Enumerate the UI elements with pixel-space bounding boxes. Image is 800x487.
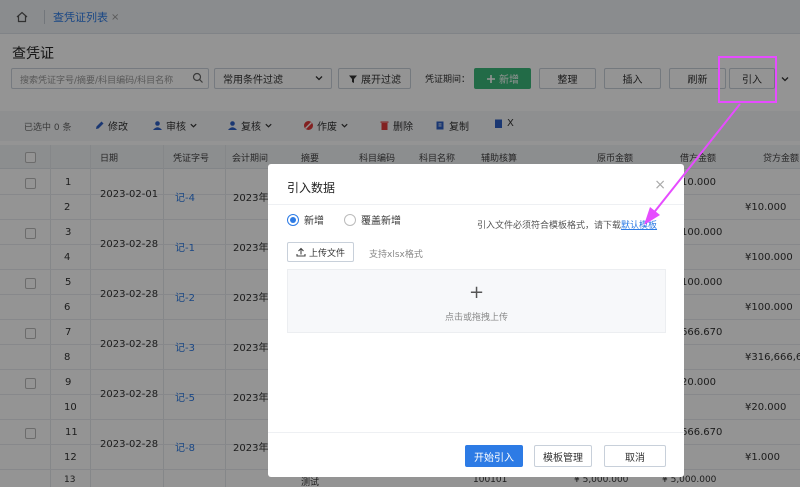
annotation-arrow — [644, 103, 741, 225]
